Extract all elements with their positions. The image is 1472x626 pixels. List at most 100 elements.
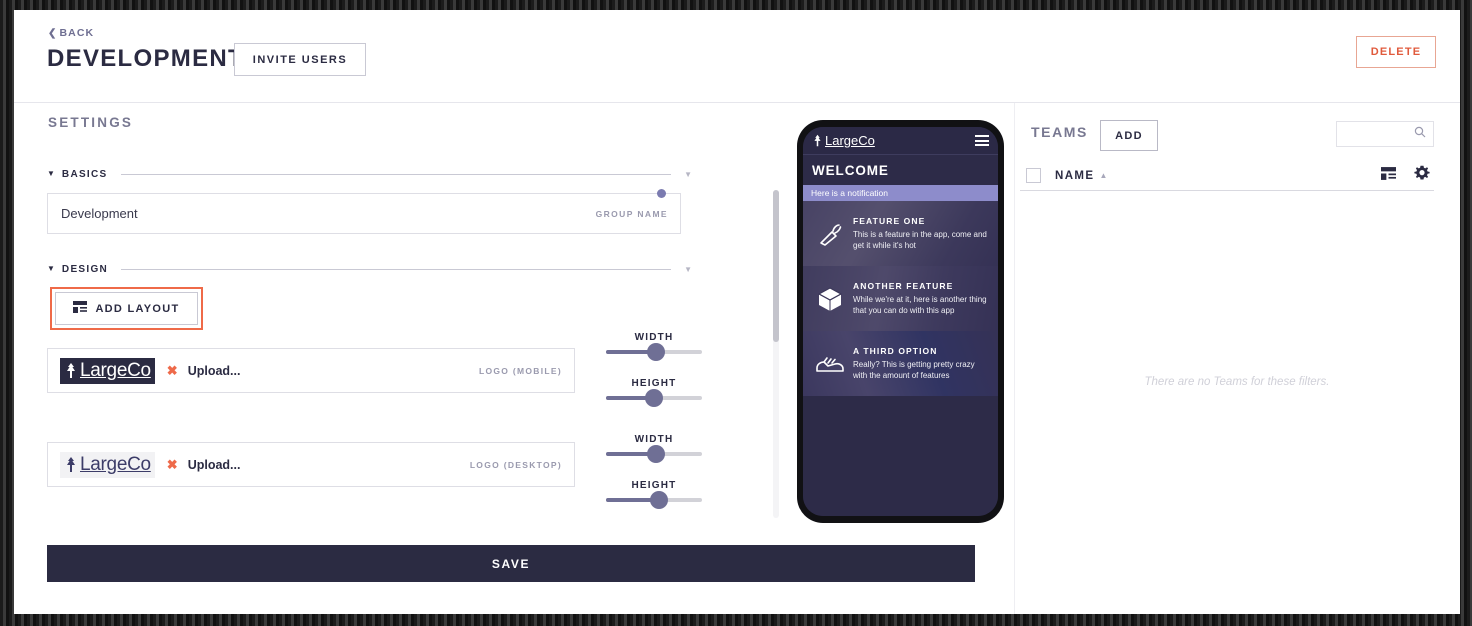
logo-text-desktop: LargeCo [80, 453, 151, 475]
clear-x-icon[interactable]: ✖ [167, 457, 178, 473]
phone-feature-one[interactable]: FEATURE ONE This is a feature in the app… [803, 201, 998, 266]
back-link[interactable]: ❮ BACK [48, 27, 94, 39]
slider-thumb[interactable] [646, 445, 665, 463]
gear-icon[interactable] [1414, 165, 1430, 186]
slider-track-width[interactable] [606, 445, 702, 463]
carrot-icon [811, 221, 849, 247]
phone-empty-area [803, 417, 998, 516]
logo-preview-desktop: LargeCo [60, 451, 155, 478]
phone-notification: Here is a notification [803, 185, 998, 201]
vertical-scrollbar[interactable] [773, 190, 779, 518]
logo-preview-mobile: LargeCo [60, 357, 155, 384]
phone-topbar: LargeCo [803, 127, 998, 155]
settings-panel: SETTINGS ▼ BASICS ▼ Development GROUP NA… [14, 103, 975, 614]
upload-link-mobile[interactable]: Upload... [188, 364, 241, 378]
columns-icon[interactable] [1381, 166, 1396, 185]
save-button[interactable]: SAVE [47, 545, 975, 582]
column-header-name[interactable]: NAME [1055, 170, 1094, 182]
chevron-down-icon[interactable]: ▼ [684, 170, 692, 179]
sneaker-icon [811, 353, 849, 375]
page-header: ❮ BACK DEVELOPMENT INVITE USERS DELETE [14, 10, 1460, 103]
feature-three-title: A THIRD OPTION [853, 346, 938, 356]
feature-one-title: FEATURE ONE [853, 216, 926, 226]
delete-button[interactable]: DELETE [1356, 36, 1436, 68]
section-header-basics[interactable]: ▼ BASICS ▼ [47, 167, 692, 181]
logo-caption-mobile: LOGO (MOBILE) [478, 365, 562, 376]
slider-group-mobile-width: WIDTH [606, 332, 702, 361]
slider-label-width: WIDTH [634, 332, 674, 343]
section-rule [120, 173, 672, 175]
slider-track-height[interactable] [606, 389, 702, 407]
feature-two-text: ANOTHER FEATURE While we're at it, here … [853, 281, 990, 316]
layout-icon [73, 300, 88, 318]
back-link-label: BACK [59, 27, 95, 39]
slider-track-width[interactable] [606, 343, 702, 361]
slider-label-height: HEIGHT [631, 480, 677, 491]
search-icon [1414, 125, 1426, 143]
phone-feature-three[interactable]: A THIRD OPTION Really? This is getting p… [803, 331, 998, 396]
logo-row-desktop: LargeCo ✖ Upload... LOGO (DESKTOP) [47, 442, 575, 487]
teams-table-header: NAME ▲ [1020, 161, 1434, 191]
tree-icon [67, 457, 75, 472]
tree-icon [67, 363, 75, 378]
table-tools [1381, 165, 1430, 186]
phone-logo: LargeCo [812, 133, 875, 148]
phone-feature-two[interactable]: ANOTHER FEATURE While we're at it, here … [803, 266, 998, 331]
slider-track-height[interactable] [606, 491, 702, 509]
group-name-label: GROUP NAME [595, 208, 668, 219]
feature-three-text: A THIRD OPTION Really? This is getting p… [853, 346, 990, 381]
group-name-field[interactable]: Development GROUP NAME [47, 193, 681, 234]
section-label-design: DESIGN [61, 263, 109, 275]
phone-logo-text: LargeCo [825, 133, 875, 148]
slider-group-desktop-height: HEIGHT [606, 480, 702, 509]
sort-asc-icon[interactable]: ▲ [1099, 171, 1107, 180]
teams-panel-divider [1014, 103, 1015, 614]
select-all-checkbox[interactable] [1026, 168, 1041, 183]
page-title: DEVELOPMENT [47, 45, 244, 72]
slider-thumb[interactable] [646, 343, 665, 361]
teams-empty-message: There are no Teams for these filters. [1144, 376, 1330, 388]
tree-icon [814, 134, 821, 147]
invite-users-button[interactable]: INVITE USERS [234, 43, 366, 76]
add-team-button[interactable]: ADD [1100, 120, 1158, 151]
scrollbar-thumb[interactable] [773, 190, 779, 342]
clear-x-icon[interactable]: ✖ [167, 363, 178, 379]
slider-label-height: HEIGHT [631, 378, 677, 389]
section-rule [121, 268, 672, 270]
feature-two-title: ANOTHER FEATURE [853, 281, 954, 291]
section-header-design[interactable]: ▼ DESIGN ▼ [47, 262, 692, 276]
feature-three-description: Really? This is getting pretty crazy wit… [853, 360, 975, 380]
section-label-basics: BASICS [61, 168, 108, 180]
add-layout-label: ADD LAYOUT [95, 302, 180, 315]
feature-one-text: FEATURE ONE This is a feature in the app… [853, 216, 990, 251]
logo-caption-desktop: LOGO (DESKTOP) [469, 459, 562, 470]
teams-heading: TEAMS [1031, 124, 1088, 140]
app-page: ❮ BACK DEVELOPMENT INVITE USERS DELETE SE… [14, 10, 1460, 614]
group-name-value: Development [61, 206, 138, 221]
phone-screen: LargeCo WELCOME Here is a notification F… [803, 127, 998, 516]
slider-group-mobile-height: HEIGHT [606, 378, 702, 407]
settings-heading: SETTINGS [48, 115, 134, 130]
phone-preview: LargeCo WELCOME Here is a notification F… [797, 120, 1004, 523]
chevron-down-icon[interactable]: ▼ [684, 265, 692, 274]
slider-thumb[interactable] [645, 389, 663, 407]
teams-panel: TEAMS ADD NAME ▲ There are no Teams for … [1014, 103, 1460, 614]
slider-label-width: WIDTH [634, 434, 674, 445]
hamburger-icon[interactable] [975, 135, 989, 146]
window-frame: ❮ BACK DEVELOPMENT INVITE USERS DELETE SE… [0, 0, 1472, 626]
feature-two-description: While we're at it, here is another thing… [853, 295, 987, 315]
triangle-down-icon: ▼ [47, 264, 55, 273]
add-layout-highlight: ADD LAYOUT [50, 287, 203, 330]
add-layout-button[interactable]: ADD LAYOUT [55, 292, 198, 325]
feature-one-description: This is a feature in the app, come and g… [853, 230, 987, 250]
phone-welcome-title: WELCOME [803, 155, 998, 185]
chevron-left-icon: ❮ [48, 28, 58, 39]
field-status-dot [657, 189, 666, 198]
teams-search-input[interactable] [1336, 121, 1434, 147]
logo-text-mobile: LargeCo [80, 359, 151, 381]
cube-icon [811, 285, 849, 313]
slider-group-desktop-width: WIDTH [606, 434, 702, 463]
triangle-down-icon: ▼ [47, 169, 55, 178]
slider-thumb[interactable] [649, 491, 668, 509]
upload-link-desktop[interactable]: Upload... [188, 458, 241, 472]
